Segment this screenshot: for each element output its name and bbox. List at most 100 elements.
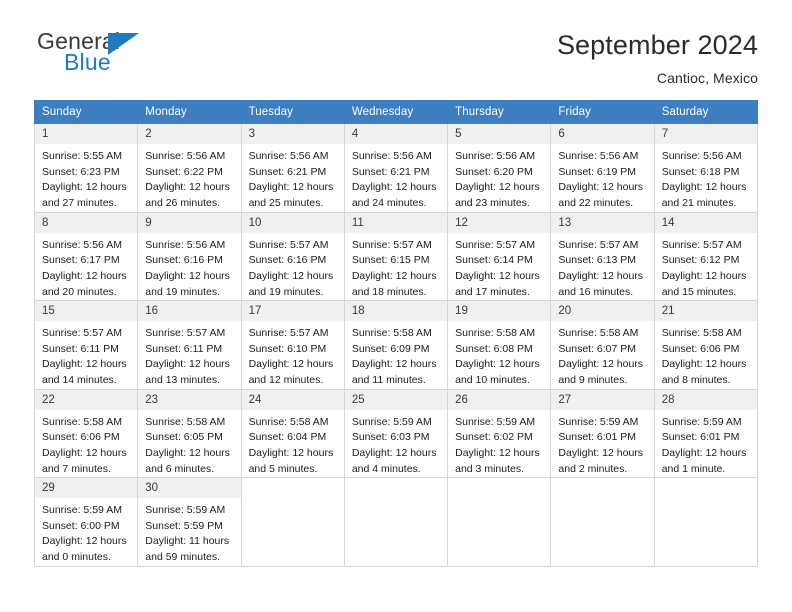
daylight-text-line2: and 23 minutes.	[455, 197, 530, 210]
day-number: 22	[35, 389, 138, 410]
daylight-text-line2: and 59 minutes.	[145, 551, 220, 564]
day-details: Sunrise: 5:56 AM Sunset: 6:16 PM Daylight:…	[138, 233, 240, 300]
day-cell[interactable]: 10 Sunrise: 5:57 AM Sunset: 6:16 PM Dayligh…	[240, 212, 345, 302]
weekday-header-saturday: Saturday	[653, 100, 759, 125]
sunset-text: Sunset: 6:16 PM	[248, 254, 327, 267]
daylight-text-line2: and 26 minutes.	[145, 197, 220, 210]
day-cell[interactable]: 13 Sunrise: 5:57 AM Sunset: 6:13 PM Dayligh…	[550, 212, 655, 302]
day-cell[interactable]: 2 Sunrise: 5:56 AM Sunset: 6:22 PM Daylight…	[137, 123, 242, 213]
day-cell[interactable]: 9 Sunrise: 5:56 AM Sunset: 6:16 PM Daylight…	[137, 212, 242, 302]
sunset-text: Sunset: 6:04 PM	[248, 431, 327, 444]
sunset-text: Sunset: 6:18 PM	[661, 165, 740, 178]
sunrise-text: Sunrise: 5:59 AM	[145, 504, 226, 517]
day-cell[interactable]: 3 Sunrise: 5:56 AM Sunset: 6:21 PM Daylight…	[240, 123, 345, 213]
day-cell-empty	[550, 477, 655, 567]
day-cell[interactable]: 27 Sunrise: 5:59 AM Sunset: 6:01 PM Dayligh…	[550, 389, 655, 479]
day-number: 17	[241, 301, 344, 322]
day-cell[interactable]: 11 Sunrise: 5:57 AM Sunset: 6:15 PM Dayligh…	[343, 212, 449, 302]
sunrise-text: Sunrise: 5:58 AM	[455, 327, 536, 340]
daylight-text-line2: and 15 minutes.	[661, 285, 737, 298]
day-number: 4	[344, 124, 448, 145]
sunrise-text: Sunrise: 5:59 AM	[351, 415, 432, 428]
sunset-text: Sunset: 6:20 PM	[455, 165, 533, 178]
daylight-text-line2: and 1 minute.	[661, 462, 726, 475]
sunset-text: Sunset: 6:12 PM	[661, 254, 740, 267]
weekday-header-sunday: Sunday	[33, 100, 139, 125]
daylight-text-line2: and 13 minutes.	[145, 374, 220, 387]
day-cell[interactable]: 21 Sunrise: 5:58 AM Sunset: 6:06 PM Dayligh…	[653, 300, 759, 390]
day-cell[interactable]: 22 Sunrise: 5:58 AM Sunset: 6:06 PM Dayligh…	[33, 389, 139, 479]
sunrise-text: Sunrise: 5:57 AM	[455, 238, 536, 251]
day-number: 5	[448, 124, 551, 145]
daylight-text-line2: and 7 minutes.	[42, 462, 111, 475]
calendar-header-row: Sunday Monday Tuesday Wednesday Thursday…	[33, 100, 759, 125]
sunrise-text: Sunrise: 5:58 AM	[558, 327, 639, 340]
location-subtitle: Cantioc, Mexico	[656, 70, 758, 87]
day-cell[interactable]: 4 Sunrise: 5:56 AM Sunset: 6:21 PM Daylight…	[343, 123, 449, 213]
sunrise-text: Sunrise: 5:59 AM	[42, 504, 122, 517]
day-cell[interactable]: 7 Sunrise: 5:56 AM Sunset: 6:18 PM Daylight…	[653, 123, 759, 213]
day-cell[interactable]: 24 Sunrise: 5:58 AM Sunset: 6:04 PM Dayligh…	[240, 389, 345, 479]
day-details: Sunrise: 5:56 AM Sunset: 6:18 PM Daylight:…	[655, 144, 757, 211]
day-cell[interactable]: 18 Sunrise: 5:58 AM Sunset: 6:09 PM Dayligh…	[343, 300, 449, 390]
sunrise-text: Sunrise: 5:59 AM	[558, 415, 639, 428]
day-number: 8	[35, 212, 138, 233]
day-number: 10	[241, 212, 344, 233]
daylight-text-line1: Daylight: 12 hours	[42, 181, 127, 194]
day-cell-empty	[447, 477, 552, 567]
day-cell[interactable]: 19 Sunrise: 5:58 AM Sunset: 6:08 PM Dayligh…	[447, 300, 552, 390]
daylight-text-line1: Daylight: 12 hours	[42, 358, 127, 371]
daylight-text-line1: Daylight: 12 hours	[558, 181, 644, 194]
day-cell[interactable]: 20 Sunrise: 5:58 AM Sunset: 6:07 PM Dayligh…	[550, 300, 655, 390]
sunset-text: Sunset: 6:22 PM	[145, 165, 223, 178]
day-number: 16	[138, 301, 241, 322]
daylight-text-line1: Daylight: 12 hours	[248, 446, 334, 459]
daylight-text-line1: Daylight: 12 hours	[661, 269, 747, 282]
sunrise-text: Sunrise: 5:56 AM	[661, 150, 742, 163]
sunrise-text: Sunrise: 5:57 AM	[661, 238, 742, 251]
day-cell[interactable]: 28 Sunrise: 5:59 AM Sunset: 6:01 PM Dayligh…	[653, 389, 759, 479]
day-cell[interactable]: 8 Sunrise: 5:56 AM Sunset: 6:17 PM Daylight…	[33, 212, 139, 302]
day-cell[interactable]: 15 Sunrise: 5:57 AM Sunset: 6:11 PM Dayligh…	[33, 300, 139, 390]
sunset-text: Sunset: 6:08 PM	[455, 342, 533, 355]
daylight-text-line2: and 19 minutes.	[248, 285, 324, 298]
day-cell[interactable]: 30 Sunrise: 5:59 AM Sunset: 5:59 PM Dayligh…	[137, 477, 242, 567]
sunset-text: Sunset: 6:23 PM	[42, 165, 120, 178]
day-details: Sunrise: 5:58 AM Sunset: 6:08 PM Daylight:…	[448, 321, 550, 388]
daylight-text-line2: and 18 minutes.	[351, 285, 427, 298]
day-cell[interactable]: 23 Sunrise: 5:58 AM Sunset: 6:05 PM Dayligh…	[137, 389, 242, 479]
day-cell[interactable]: 29 Sunrise: 5:59 AM Sunset: 6:00 PM Dayligh…	[33, 477, 139, 567]
daylight-text-line2: and 25 minutes.	[248, 197, 324, 210]
day-cell[interactable]: 14 Sunrise: 5:57 AM Sunset: 6:12 PM Dayligh…	[653, 212, 759, 302]
daylight-text-line2: and 21 minutes.	[661, 197, 737, 210]
sunset-text: Sunset: 6:13 PM	[558, 254, 637, 267]
day-cell[interactable]: 17 Sunrise: 5:57 AM Sunset: 6:10 PM Dayligh…	[240, 300, 345, 390]
day-cell[interactable]: 5 Sunrise: 5:56 AM Sunset: 6:20 PM Daylight…	[447, 123, 552, 213]
day-details: Sunrise: 5:58 AM Sunset: 6:06 PM Daylight:…	[35, 410, 137, 477]
day-details: Sunrise: 5:58 AM Sunset: 6:05 PM Daylight:…	[138, 410, 240, 477]
day-number: 25	[344, 389, 448, 410]
day-cell[interactable]: 26 Sunrise: 5:59 AM Sunset: 6:02 PM Dayligh…	[447, 389, 552, 479]
sunrise-text: Sunrise: 5:55 AM	[42, 150, 122, 163]
day-cell[interactable]: 12 Sunrise: 5:57 AM Sunset: 6:14 PM Dayligh…	[447, 212, 552, 302]
generalblue-logo[interactable]: General Blue	[34, 28, 174, 84]
day-cell[interactable]: 16 Sunrise: 5:57 AM Sunset: 6:11 PM Dayligh…	[137, 300, 242, 390]
day-details: Sunrise: 5:57 AM Sunset: 6:13 PM Daylight:…	[551, 233, 653, 300]
day-number: 11	[344, 212, 448, 233]
daylight-text-line1: Daylight: 12 hours	[455, 181, 540, 194]
day-number	[242, 478, 344, 484]
page-title: September 2024	[556, 30, 758, 60]
calendar-week-row: 22 Sunrise: 5:58 AM Sunset: 6:06 PM Dayligh…	[33, 389, 759, 479]
sunrise-text: Sunrise: 5:56 AM	[455, 150, 536, 163]
daylight-text-line1: Daylight: 12 hours	[661, 181, 747, 194]
sunrise-text: Sunrise: 5:56 AM	[351, 150, 432, 163]
sunrise-text: Sunrise: 5:57 AM	[248, 238, 329, 251]
day-cell[interactable]: 1 Sunrise: 5:55 AM Sunset: 6:23 PM Daylight…	[33, 123, 139, 213]
day-cell[interactable]: 25 Sunrise: 5:59 AM Sunset: 6:03 PM Dayligh…	[343, 389, 449, 479]
day-cell[interactable]: 6 Sunrise: 5:56 AM Sunset: 6:19 PM Daylight…	[550, 123, 655, 213]
daylight-text-line1: Daylight: 12 hours	[145, 358, 230, 371]
daylight-text-line1: Daylight: 12 hours	[351, 181, 437, 194]
day-number	[345, 478, 447, 484]
day-number: 19	[448, 301, 551, 322]
day-number: 30	[138, 478, 241, 499]
